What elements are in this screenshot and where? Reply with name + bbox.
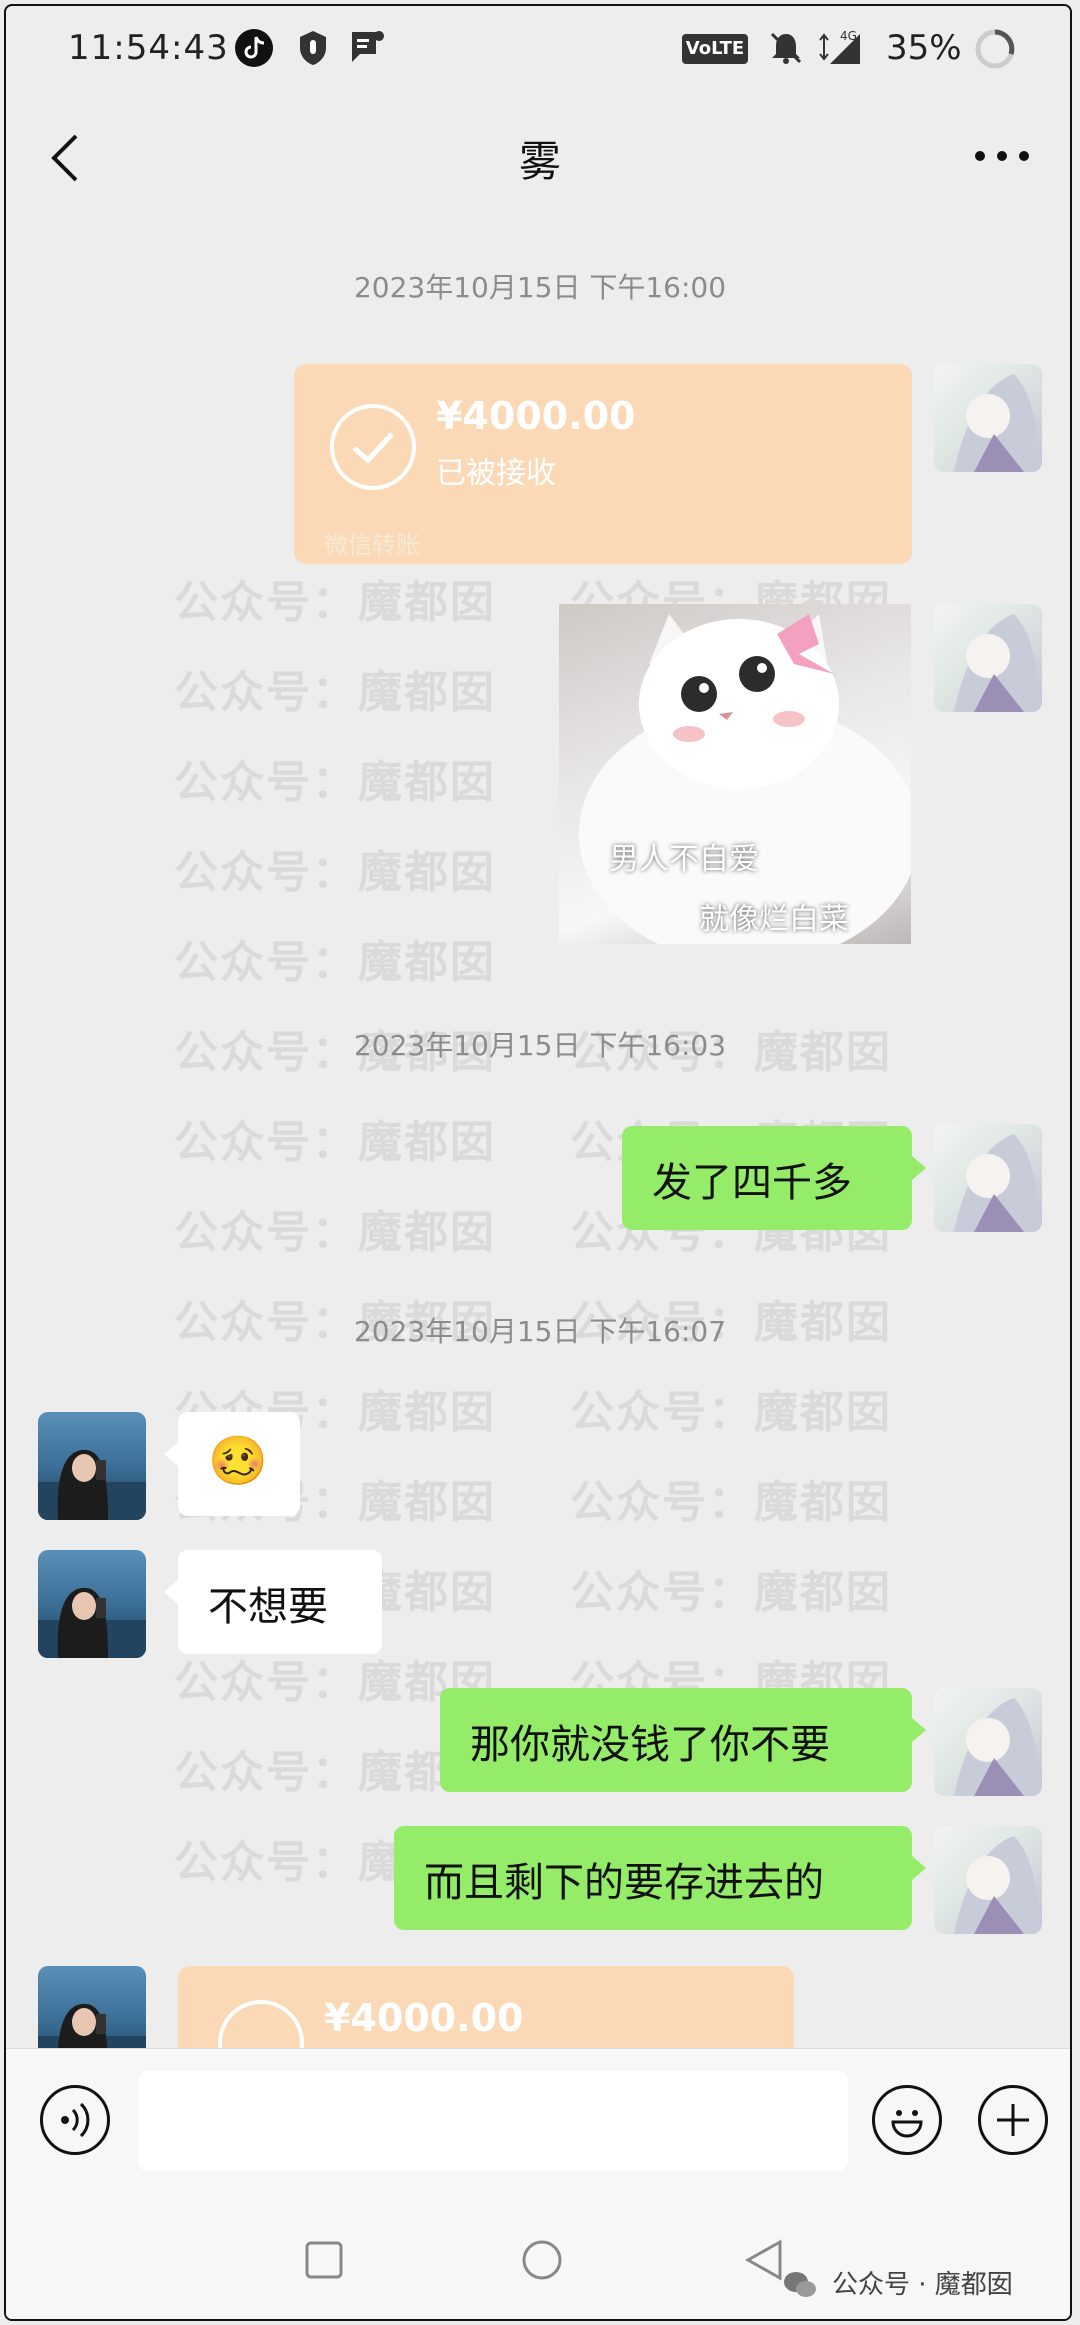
system-nav-bar	[6, 2188, 1070, 2319]
status-bar: 11:54:43 VoLTE 4G 35%	[6, 6, 1070, 96]
avatar[interactable]	[38, 1412, 146, 1520]
avatar[interactable]	[934, 364, 1042, 472]
more-options-icon[interactable]	[972, 148, 1032, 164]
sticker-caption-line2: 就像烂白菜	[699, 902, 849, 937]
chat-title: 雾	[518, 137, 561, 186]
chat-bubble-sent[interactable]: 发了四千多	[622, 1126, 926, 1230]
avatar[interactable]	[934, 1124, 1042, 1232]
transfer-card[interactable]: ¥4000.00 已被接收 微信转账	[294, 364, 912, 564]
watermark-footer: 公众号 · 魔都囡	[832, 2270, 1013, 2300]
message-text: 那你就没钱了你不要	[470, 1722, 830, 1768]
chat-bubble-received[interactable]: 不想要	[164, 1550, 382, 1654]
watermark: 公众号：魔都囡	[174, 667, 496, 718]
wechat-logo-icon	[784, 2272, 816, 2297]
cat-sticker-image[interactable]: 男人不自爱 就像烂白菜	[559, 604, 911, 944]
input-bar	[6, 2048, 1070, 2189]
watermark: 公众号：魔都囡	[174, 847, 496, 898]
smiley-icon	[891, 2110, 923, 2138]
chat-messages[interactable]: 公众号：魔都囡 公众号：魔都囡 公众号：魔都囡 公众号：魔都囡 公众号：魔都囡 …	[6, 206, 1070, 2126]
check-circle-icon	[330, 404, 416, 490]
emoji-button[interactable]	[872, 2085, 942, 2155]
girl-photo-avatar-icon	[38, 1587, 146, 1658]
message-input[interactable]	[138, 2071, 848, 2171]
chat-bubble-received[interactable]: 🥴	[164, 1412, 300, 1516]
timestamp: 2023年10月15日 下午16:03	[353, 1029, 727, 1062]
avatar[interactable]	[934, 1826, 1042, 1934]
anime-avatar-icon	[954, 1836, 1042, 1934]
voice-icon	[61, 2102, 90, 2138]
message-text: 不想要	[208, 1584, 328, 1630]
watermark: 公众号：魔都囡	[174, 757, 496, 808]
timestamp: 2023年10月15日 下午16:00	[353, 271, 727, 304]
watermark: 公众号：魔都囡	[174, 1207, 496, 1258]
chat-bubble-sent[interactable]: 那你就没钱了你不要	[440, 1688, 926, 1792]
battery-percent: 35%	[886, 28, 962, 68]
recent-apps-icon[interactable]	[304, 2240, 344, 2280]
avatar[interactable]	[38, 1550, 146, 1658]
voice-input-button[interactable]	[40, 2085, 110, 2155]
home-icon[interactable]	[520, 2238, 564, 2282]
message-text: 而且剩下的要存进去的	[424, 1860, 824, 1906]
tiktok-icon	[235, 29, 273, 67]
phone-frame: 11:54:43 VoLTE 4G 35% 雾 公众号：魔都囡 公众号：魔都囡 …	[4, 4, 1072, 2321]
back-nav-icon[interactable]	[744, 2238, 784, 2282]
transfer-amount: ¥4000.00	[324, 1996, 524, 2040]
plus-icon	[997, 2104, 1029, 2136]
message-text: 发了四千多	[652, 1160, 852, 1206]
watermark: 公众号：魔都囡	[174, 1117, 496, 1168]
anime-avatar-icon	[954, 1698, 1042, 1796]
volte-badge: VoLTE	[682, 34, 748, 64]
anime-avatar-icon	[954, 614, 1042, 712]
chat-bubble-sent[interactable]: 而且剩下的要存进去的	[394, 1826, 926, 1930]
mute-bell-icon	[770, 32, 802, 64]
more-functions-button[interactable]	[978, 2085, 1048, 2155]
message-notification-icon	[352, 31, 384, 62]
message-emoji: 🥴	[208, 1433, 268, 1489]
watermark: 公众号：魔都囡	[570, 1477, 892, 1528]
bubble-tail	[164, 1442, 178, 1466]
bubble-tail	[164, 1580, 178, 1604]
transfer-amount: ¥4000.00	[436, 394, 636, 438]
watermark: 公众号：魔都囡	[570, 1387, 892, 1438]
transfer-status: 已被接收	[436, 456, 556, 491]
watermark: 公众号：魔都囡	[570, 1567, 892, 1618]
girl-photo-avatar-icon	[38, 1449, 146, 1520]
bubble-tail	[912, 1156, 926, 1180]
status-time: 11:54:43	[68, 28, 229, 68]
shield-icon	[300, 31, 326, 65]
signal-4g-icon: 4G	[819, 29, 860, 64]
watermark: 公众号：魔都囡	[174, 937, 496, 988]
sticker-caption-line1: 男人不自爱	[609, 842, 759, 877]
watermark: 公众号：魔都囡	[174, 577, 496, 628]
anime-avatar-icon	[954, 374, 1042, 472]
timestamp: 2023年10月15日 下午16:07	[353, 1315, 727, 1348]
transfer-footer: 微信转账	[324, 531, 420, 559]
bubble-tail	[912, 1856, 926, 1880]
avatar[interactable]	[934, 1688, 1042, 1796]
white-cat-icon	[579, 614, 911, 944]
battery-ring-icon	[975, 29, 1015, 69]
bubble-tail	[912, 1718, 926, 1742]
chat-header: 雾	[6, 106, 1070, 206]
anime-avatar-icon	[954, 1134, 1042, 1232]
svg-text:4G: 4G	[840, 29, 857, 43]
avatar[interactable]	[934, 604, 1042, 712]
